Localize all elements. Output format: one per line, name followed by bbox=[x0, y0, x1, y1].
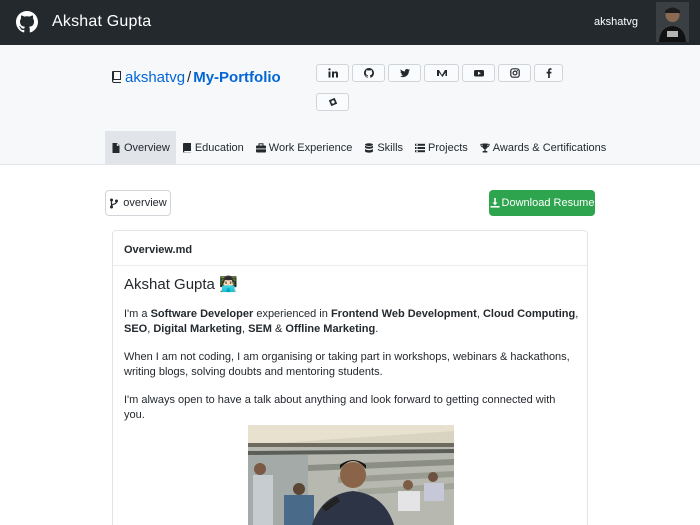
intro-bold-6: SEM bbox=[248, 322, 272, 335]
facebook-button[interactable] bbox=[534, 64, 563, 82]
tab-overview-label: Overview bbox=[124, 142, 170, 154]
tab-overview[interactable]: Overview bbox=[105, 131, 176, 165]
readme-card: Overview.md Akshat Gupta 👨🏻‍💻 I'm a Soft… bbox=[112, 230, 588, 525]
tab-awards-certifications[interactable]: Awards & Certifications bbox=[474, 131, 613, 165]
repo-owner-link[interactable]: akshatvg bbox=[125, 69, 185, 86]
youtube-button[interactable] bbox=[462, 64, 495, 82]
speaking-photo-image bbox=[248, 425, 454, 525]
download-resume-label: Download Resume bbox=[501, 197, 595, 209]
book-icon bbox=[182, 143, 191, 153]
tab-projects[interactable]: Projects bbox=[409, 131, 474, 165]
tab-education-label: Education bbox=[194, 142, 244, 154]
profile-photo bbox=[248, 425, 454, 525]
download-resume-button[interactable]: Download Resume bbox=[489, 190, 595, 216]
branch-icon bbox=[110, 198, 119, 208]
intro-bold-5: Digital Marketing bbox=[153, 322, 242, 335]
database-icon bbox=[365, 143, 374, 153]
facebook-icon bbox=[546, 68, 551, 78]
readme-filename: Overview.md bbox=[124, 244, 193, 256]
youtube-icon bbox=[473, 70, 484, 77]
medium-button[interactable] bbox=[424, 64, 459, 82]
intro-text-1: I'm a bbox=[124, 308, 151, 320]
file-icon bbox=[112, 143, 120, 153]
repo-separator: / bbox=[187, 69, 192, 86]
branch-label: overview bbox=[123, 197, 167, 209]
intro-bold-1: Software Developer bbox=[150, 308, 254, 320]
github-button[interactable] bbox=[352, 64, 385, 82]
briefcase-icon bbox=[255, 143, 266, 153]
repo-breadcrumb: akshatvg / My-Portfolio bbox=[112, 69, 281, 86]
tasks-icon bbox=[415, 143, 426, 153]
tab-skills-label: Skills bbox=[377, 142, 404, 154]
twitter-icon bbox=[399, 69, 410, 78]
repo-name-link[interactable]: My-Portfolio bbox=[193, 69, 281, 86]
readme-intro-paragraph: I'm a Software Developer experienced in … bbox=[124, 307, 579, 336]
hashnode-button[interactable] bbox=[316, 93, 349, 111]
username-label[interactable]: akshatvg bbox=[594, 16, 638, 28]
tab-work-experience-label: Work Experience bbox=[268, 142, 353, 154]
tab-work-experience[interactable]: Work Experience bbox=[250, 131, 359, 165]
tab-skills[interactable]: Skills bbox=[358, 131, 409, 165]
intro-text-2: experienced in bbox=[253, 308, 331, 320]
github-icon[interactable] bbox=[16, 11, 38, 33]
tab-education[interactable]: Education bbox=[176, 131, 250, 165]
twitter-button[interactable] bbox=[388, 64, 421, 82]
repo-icon bbox=[112, 71, 121, 83]
linkedin-button[interactable] bbox=[316, 64, 349, 82]
readme-heading: Akshat Gupta 👨🏻‍💻 bbox=[124, 276, 238, 293]
intro-bold-4: SEO bbox=[124, 322, 148, 335]
tab-nav: Overview Education Work Experience Skill… bbox=[105, 131, 612, 165]
repo-header: akshatvg / My-Portfolio Overview Educati… bbox=[0, 45, 700, 165]
avatar-image bbox=[656, 2, 689, 42]
download-icon bbox=[490, 198, 500, 208]
medium-icon bbox=[436, 70, 447, 77]
branch-select-button[interactable]: overview bbox=[105, 190, 171, 216]
readme-divider bbox=[113, 265, 587, 266]
intro-bold-2: Frontend Web Development bbox=[330, 308, 477, 320]
trophy-icon bbox=[480, 143, 490, 153]
tab-projects-label: Projects bbox=[428, 142, 468, 154]
top-navbar: Akshat Gupta akshatvg bbox=[0, 0, 700, 45]
readme-paragraph-2: When I am not coding, I am organising or… bbox=[124, 351, 570, 378]
intro-text-8: . bbox=[375, 322, 379, 335]
avatar[interactable] bbox=[656, 2, 689, 42]
intro-bold-3: Cloud Computing bbox=[482, 308, 576, 320]
intro-text-4: , bbox=[575, 308, 579, 320]
intro-text-7: & bbox=[271, 322, 286, 335]
tab-awards-certifications-label: Awards & Certifications bbox=[492, 142, 607, 154]
site-title[interactable]: Akshat Gupta bbox=[52, 13, 151, 31]
instagram-icon bbox=[509, 68, 520, 78]
github-icon bbox=[363, 68, 374, 78]
intro-bold-7: Offline Marketing bbox=[285, 322, 376, 335]
linkedin-icon bbox=[327, 68, 338, 78]
instagram-button[interactable] bbox=[498, 64, 531, 82]
hashnode-icon bbox=[328, 97, 337, 107]
readme-paragraph-3: I'm always open to have a talk about any… bbox=[124, 394, 556, 421]
